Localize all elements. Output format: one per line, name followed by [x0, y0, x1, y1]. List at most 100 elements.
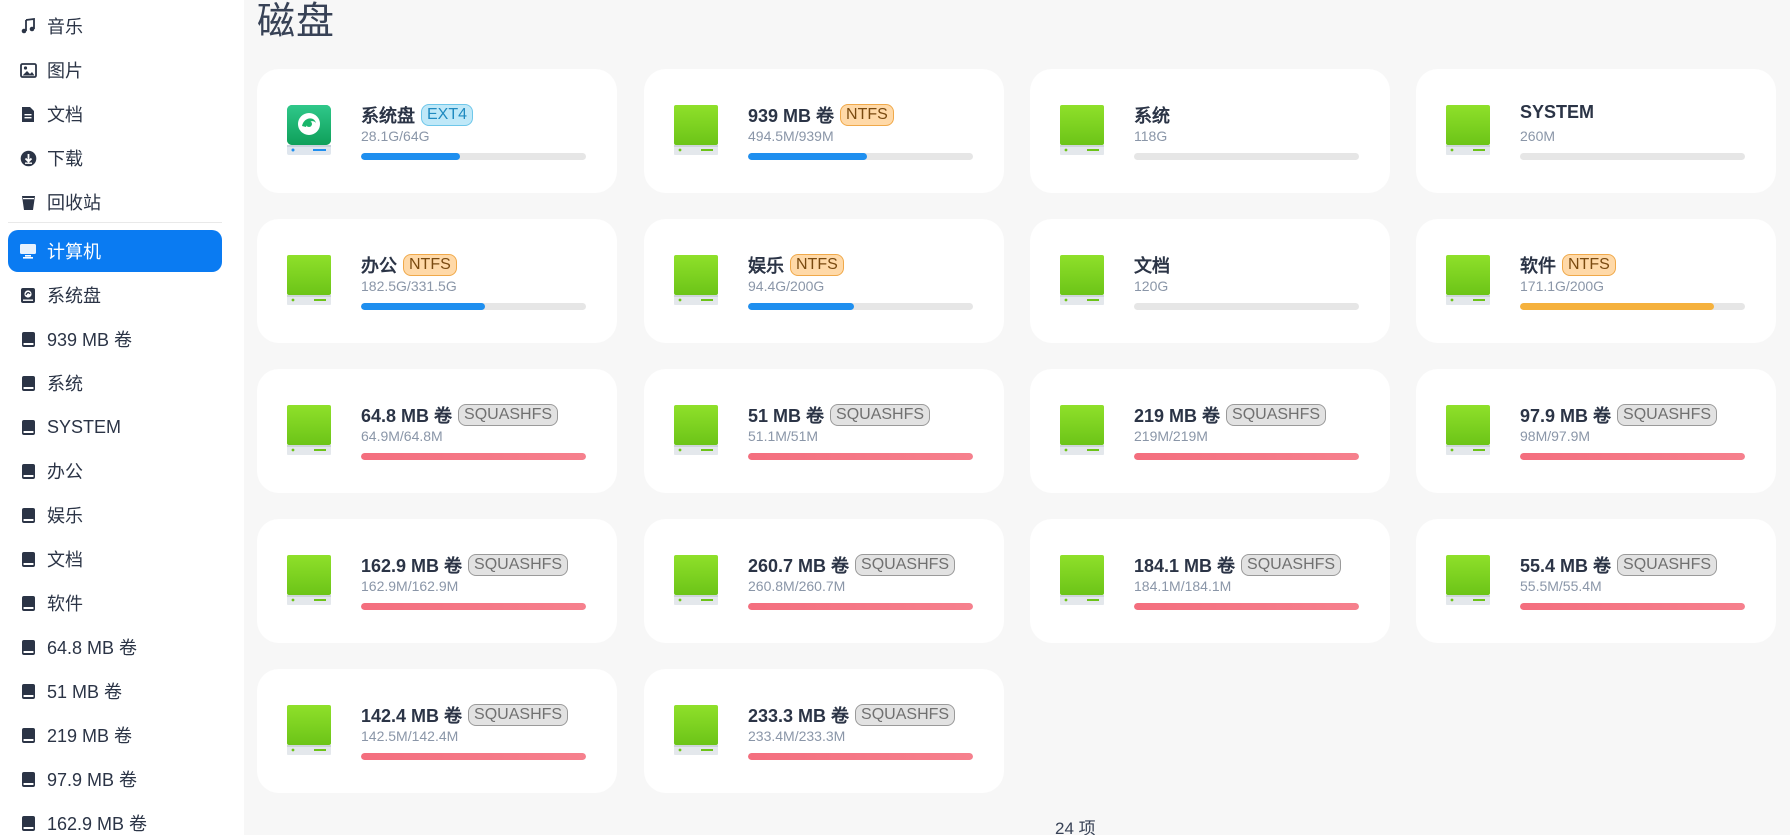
drive-icon: [1446, 105, 1490, 157]
sidebar-item-label: 娱乐: [47, 506, 83, 526]
disk-card[interactable]: 184.1 MB 卷 SQUASHFS 184.1M/184.1M: [1030, 519, 1390, 643]
drive-icon: [674, 405, 718, 457]
usage-bar-fill: [1134, 603, 1359, 610]
sidebar-item[interactable]: 939 MB 卷: [8, 318, 222, 360]
usage-bar: [748, 753, 973, 760]
disk-name-row: 97.9 MB 卷 SQUASHFS: [1520, 402, 1718, 428]
drive-icon: [674, 105, 718, 157]
sidebar-item[interactable]: 计算机: [8, 230, 222, 272]
disk-name: 184.1 MB 卷: [1134, 556, 1236, 576]
filesystem-badge: EXT4: [421, 104, 474, 126]
disk-name-row: SYSTEM: [1520, 102, 1594, 123]
sidebar-item[interactable]: 系统盘: [8, 274, 222, 316]
disk-card[interactable]: 文档 120G: [1030, 219, 1390, 343]
usage-bar-fill: [1520, 603, 1745, 610]
sidebar-item[interactable]: 219 MB 卷: [8, 714, 222, 756]
disk-card[interactable]: 97.9 MB 卷 SQUASHFS 98M/97.9M: [1416, 369, 1776, 493]
sidebar-item[interactable]: 软件: [8, 582, 222, 624]
usage-bar-fill: [748, 153, 868, 160]
sidebar-item[interactable]: 97.9 MB 卷: [8, 758, 222, 800]
disk-name: 142.4 MB 卷: [361, 706, 463, 726]
sidebar-item-label: 文档: [47, 105, 83, 125]
disk-card[interactable]: 娱乐 NTFS 94.4G/200G: [644, 219, 1004, 343]
usage-bar-fill: [361, 303, 485, 310]
disk-name: 97.9 MB 卷: [1520, 406, 1612, 426]
filesystem-badge: SQUASHFS: [1241, 554, 1342, 576]
disk-name: 260.7 MB 卷: [748, 556, 850, 576]
usage-bar: [1520, 603, 1745, 610]
sidebar-item-label: 51 MB 卷: [47, 682, 123, 702]
sidebar-item[interactable]: 回收站: [8, 181, 222, 223]
disk-name-row: 233.3 MB 卷 SQUASHFS: [748, 702, 956, 728]
drive-icon: [287, 705, 331, 757]
usage-bar: [361, 453, 586, 460]
disk-name: SYSTEM: [1520, 102, 1595, 122]
music-icon: [19, 17, 37, 35]
disk-usage-text: 118G: [1134, 128, 1168, 144]
filesystem-badge: NTFS: [1562, 254, 1616, 276]
disk-name: 64.8 MB 卷: [361, 406, 453, 426]
usage-bar: [1134, 453, 1359, 460]
sidebar-item[interactable]: 64.8 MB 卷: [8, 626, 222, 668]
image-icon: [19, 61, 37, 79]
sidebar-item[interactable]: 音乐: [8, 5, 222, 47]
disk-name-row: 64.8 MB 卷 SQUASHFS: [361, 402, 559, 428]
download-icon: [19, 149, 37, 167]
sidebar-item[interactable]: 办公: [8, 450, 222, 492]
disk-usage-text: 184.1M/184.1M: [1134, 578, 1232, 594]
drive-icon: [1446, 255, 1490, 307]
disk-card[interactable]: 系统 118G: [1030, 69, 1390, 193]
trash-icon: [19, 193, 37, 211]
disk-card[interactable]: 软件 NTFS 171.1G/200G: [1416, 219, 1776, 343]
sidebar-item[interactable]: SYSTEM: [8, 406, 222, 448]
sidebar-item[interactable]: 文档: [8, 538, 222, 580]
disk-usage-text: 64.9M/64.8M: [361, 428, 443, 444]
disk-name-row: 娱乐 NTFS: [748, 252, 844, 278]
sidebar-item[interactable]: 图片: [8, 49, 222, 91]
system-disk-icon: [287, 105, 331, 157]
item-count: 24 项: [1055, 819, 1096, 835]
disk-usage-text: 120G: [1134, 278, 1169, 294]
disk-card[interactable]: 55.4 MB 卷 SQUASHFS 55.5M/55.4M: [1416, 519, 1776, 643]
sidebar: 音乐 图片 文档 下载 回收站 计算机 系统盘 939 MB 卷系统 SYSTEM 办公 娱乐 文档软…: [0, 0, 244, 835]
disk-usage-text: 233.4M/233.3M: [748, 728, 846, 744]
page-title: 磁盘: [257, 1, 336, 43]
disk-card[interactable]: 939 MB 卷 NTFS 494.5M/939M: [644, 69, 1004, 193]
usage-bar-fill: [748, 303, 854, 310]
disk-card[interactable]: 260.7 MB 卷 SQUASHFS 260.8M/260.7M: [644, 519, 1004, 643]
drive-icon: [287, 555, 331, 607]
filesystem-badge: NTFS: [403, 254, 457, 276]
sidebar-item[interactable]: 下载: [8, 137, 222, 179]
filesystem-badge: SQUASHFS: [1617, 404, 1718, 426]
disk-card[interactable]: 办公 NTFS 182.5G/331.5G: [257, 219, 617, 343]
sidebar-item-label: 97.9 MB 卷: [47, 770, 138, 790]
drive-icon: [1060, 555, 1104, 607]
disk-name: 办公: [361, 256, 397, 276]
sidebar-item-label: 软件: [47, 594, 83, 614]
sidebar-item[interactable]: 文档: [8, 93, 222, 135]
disk-card[interactable]: 64.8 MB 卷 SQUASHFS 64.9M/64.8M: [257, 369, 617, 493]
filesystem-badge: SQUASHFS: [468, 554, 569, 576]
sidebar-item[interactable]: 51 MB 卷: [8, 670, 222, 712]
disk-card[interactable]: 162.9 MB 卷 SQUASHFS 162.9M/162.9M: [257, 519, 617, 643]
disk-card[interactable]: 219 MB 卷 SQUASHFS 219M/219M: [1030, 369, 1390, 493]
disk-name-row: 162.9 MB 卷 SQUASHFS: [361, 552, 569, 578]
disk-usage-text: 171.1G/200G: [1520, 278, 1605, 294]
usage-bar-fill: [361, 453, 586, 460]
sidebar-item[interactable]: 娱乐: [8, 494, 222, 536]
disk-card[interactable]: 142.4 MB 卷 SQUASHFS 142.5M/142.4M: [257, 669, 617, 793]
usage-bar: [1520, 453, 1745, 460]
filesystem-badge: SQUASHFS: [855, 554, 956, 576]
sidebar-item[interactable]: 162.9 MB 卷: [8, 802, 222, 835]
disk-card[interactable]: SYSTEM 260M: [1416, 69, 1776, 193]
filesystem-badge: SQUASHFS: [468, 704, 569, 726]
disk-name-row: 51 MB 卷 SQUASHFS: [748, 402, 931, 428]
disk-card[interactable]: 233.3 MB 卷 SQUASHFS 233.4M/233.3M: [644, 669, 1004, 793]
sidebar-item-label: 162.9 MB 卷: [47, 814, 148, 834]
disk-card[interactable]: 系统盘 EXT4 28.1G/64G: [257, 69, 617, 193]
disk-name: 939 MB 卷: [748, 106, 835, 126]
sidebar-item[interactable]: 系统: [8, 362, 222, 404]
sidebar-item-label: 系统盘: [47, 286, 101, 306]
disk-name: 系统: [1134, 106, 1170, 126]
disk-card[interactable]: 51 MB 卷 SQUASHFS 51.1M/51M: [644, 369, 1004, 493]
